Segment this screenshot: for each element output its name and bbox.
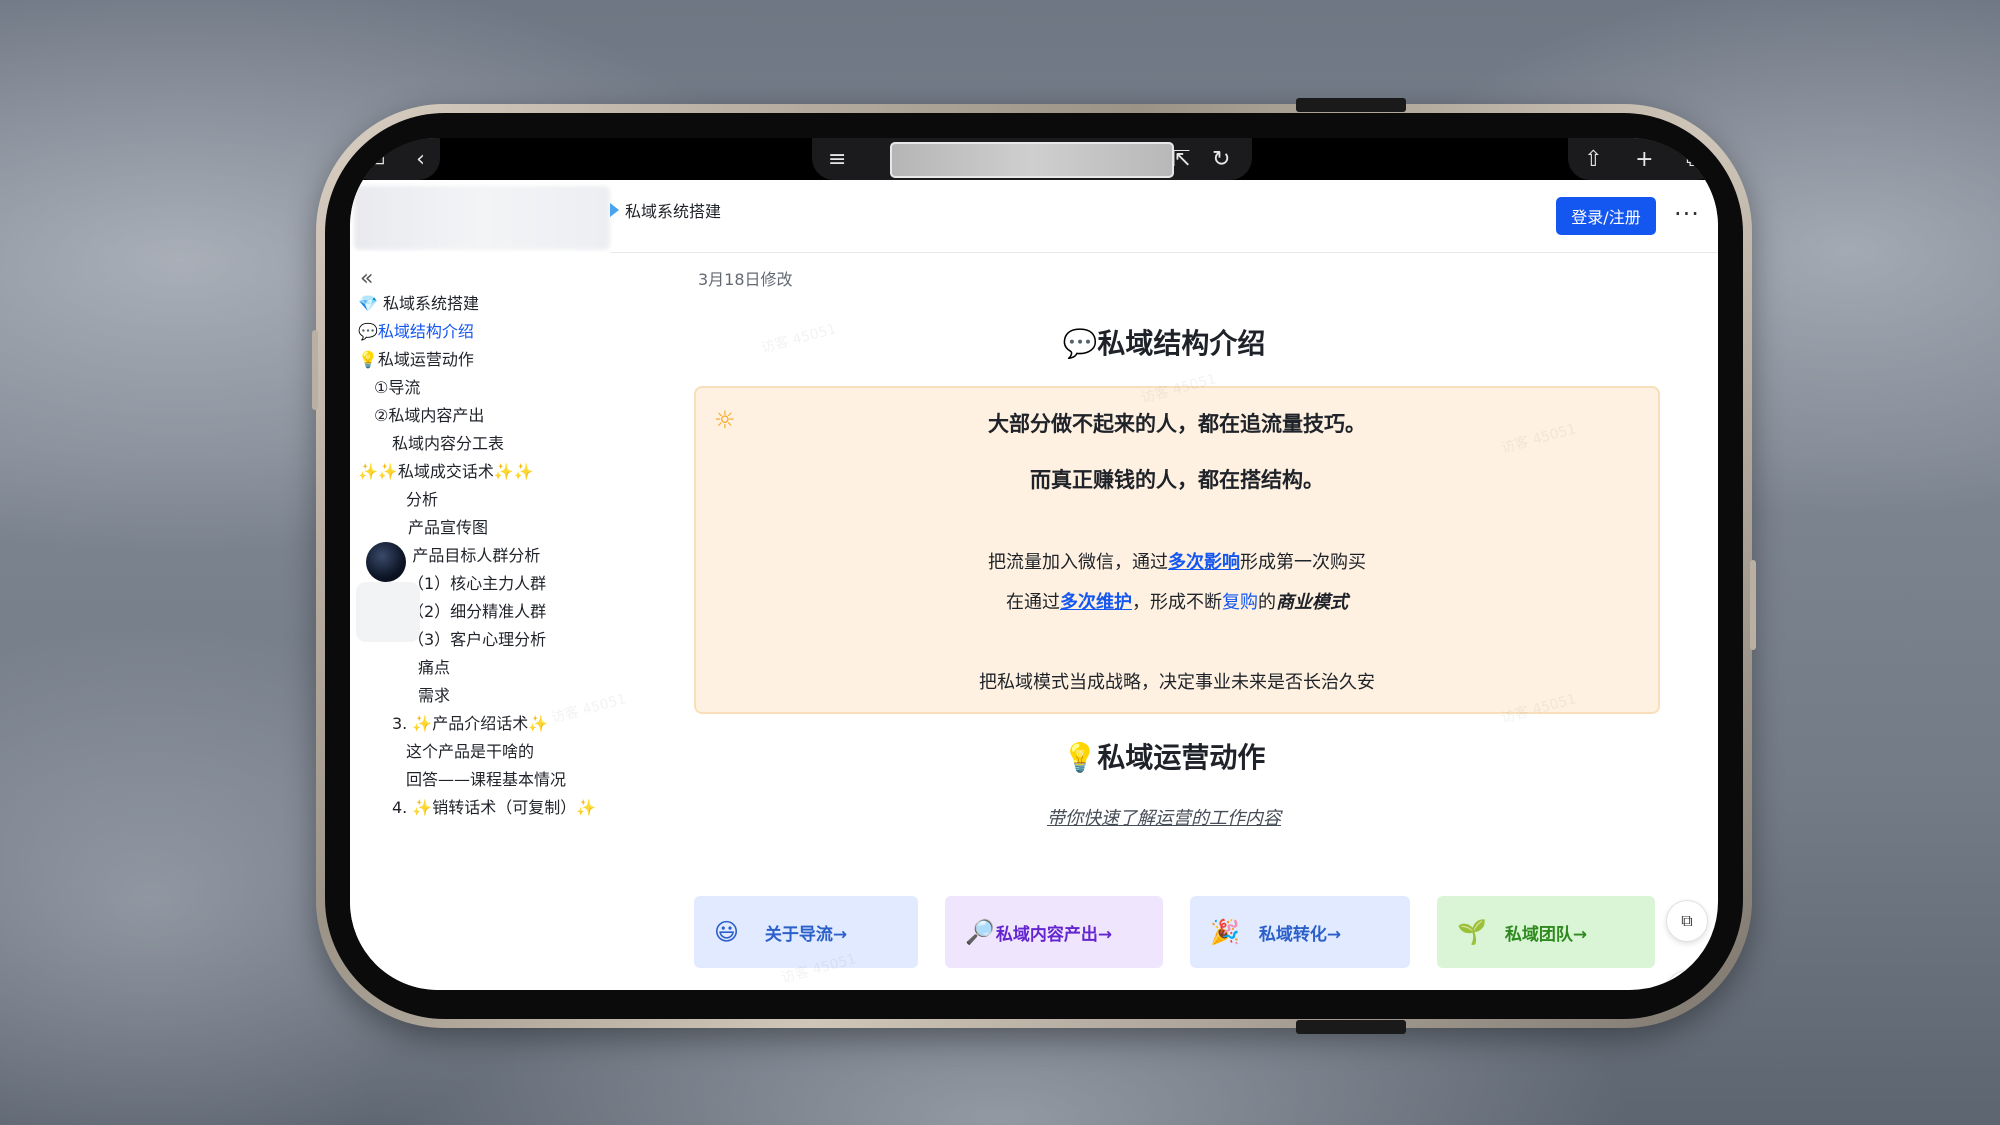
card-label: 关于导流→ bbox=[764, 924, 848, 945]
upload-icon[interactable]: ⇧ bbox=[1584, 147, 1602, 172]
avatar[interactable] bbox=[366, 542, 406, 582]
callout-text: 在通过 bbox=[1006, 592, 1060, 613]
callout-line-5: 把私域模式当成战略，决定事业未来是否长治久安 bbox=[979, 672, 1375, 693]
toc-item[interactable]: （1）核心主力人群 bbox=[408, 572, 546, 596]
url-bar[interactable] bbox=[890, 142, 1174, 178]
callout-line-3: 把流量加入微信，通过多次影响形成第一次购买 bbox=[696, 548, 1658, 574]
card-label: 私域转化→ bbox=[1258, 924, 1342, 945]
toc-item[interactable]: 需求 bbox=[418, 684, 450, 708]
share-icon[interactable]: ⇱ bbox=[1172, 147, 1190, 172]
collapse-sidebar-icon[interactable]: « bbox=[360, 266, 373, 291]
callout-highlight-repurchase: 复购 bbox=[1222, 592, 1258, 613]
card-content-output[interactable]: 🔎 私域内容产出→ bbox=[945, 896, 1163, 968]
toolbar-right-group: ⇧ + ⧉ bbox=[1568, 138, 1718, 180]
toolbar-left-group: ▭ ‹ bbox=[350, 138, 440, 180]
callout-line-4: 在通过多次维护，形成不断复购的商业模式 bbox=[696, 588, 1658, 614]
toc-item[interactable]: （2）细分精准人群 bbox=[408, 600, 546, 624]
toc-item[interactable]: 痛点 bbox=[418, 656, 450, 680]
toc-item[interactable]: 回答——课程基本情况 bbox=[406, 768, 566, 792]
new-tab-icon[interactable]: + bbox=[1635, 147, 1653, 172]
toc-item[interactable]: 💡私域运营动作 bbox=[358, 348, 474, 372]
toc-item[interactable]: ✨✨私域成交话术✨✨ bbox=[358, 460, 534, 484]
callout-text: 形成第一次购买 bbox=[1240, 552, 1366, 573]
card-team[interactable]: 🌱 私域团队→ bbox=[1437, 896, 1655, 968]
callout-text: 的 bbox=[1258, 592, 1276, 613]
section-subtitle: 带你快速了解运营的工作内容 bbox=[1047, 808, 1281, 829]
tabs-icon[interactable]: ▭ bbox=[365, 147, 386, 172]
back-icon[interactable]: ‹ bbox=[416, 147, 425, 172]
screen: ▭ ‹ ≡ ⇱ ↻ ⇧ + ⧉ 私域系统搭建 登录/注册 ··· « 💎 私域系… bbox=[350, 138, 1718, 990]
breadcrumb[interactable]: 私域系统搭建 bbox=[610, 198, 721, 222]
toc-item[interactable]: 4. ✨销转话术（可复制）✨ bbox=[392, 796, 596, 820]
login-button[interactable]: 登录/注册 bbox=[1556, 197, 1656, 235]
floating-widget[interactable] bbox=[356, 582, 420, 642]
window-icon[interactable]: ⧉ bbox=[1686, 147, 1702, 172]
toc-item[interactable]: 分析 bbox=[406, 488, 438, 512]
callout-text: ，形成不断 bbox=[1132, 592, 1222, 613]
browser-toolbar: ▭ ‹ ≡ ⇱ ↻ ⇧ + ⧉ bbox=[350, 138, 1718, 180]
link-multiple-maintenance[interactable]: 多次维护 bbox=[1060, 592, 1132, 613]
power-button bbox=[1750, 560, 1756, 650]
volume-button bbox=[312, 330, 318, 410]
logo-placeholder bbox=[354, 186, 610, 250]
toc-item[interactable]: 💎 私域系统搭建 bbox=[358, 292, 479, 316]
toc-item[interactable]: ②私域内容产出 bbox=[374, 404, 484, 428]
callout-text: 把流量加入微信，通过 bbox=[988, 552, 1168, 573]
callout-business-model: 商业模式 bbox=[1276, 592, 1348, 613]
reload-icon[interactable]: ↻ bbox=[1212, 147, 1230, 172]
toc-sidebar: « 💎 私域系统搭建 💬私域结构介绍 💡私域运营动作 ①导流 ②私域内容产出 私… bbox=[350, 252, 610, 990]
hinge-top bbox=[1296, 98, 1406, 112]
card-label: 私域内容产出→ bbox=[995, 924, 1113, 945]
modified-date: 3月18日修改 bbox=[698, 270, 793, 289]
copy-icon[interactable]: ⧉ bbox=[1666, 900, 1708, 942]
doc-flag-icon bbox=[610, 203, 619, 217]
card-label: 私域团队→ bbox=[1504, 924, 1588, 945]
section-title-operations: 💡私域运营动作 bbox=[1062, 741, 1266, 774]
card-conversion[interactable]: 🎉 私域转化→ bbox=[1190, 896, 1410, 968]
breadcrumb-title: 私域系统搭建 bbox=[625, 202, 722, 221]
toc-item[interactable]: 💬私域结构介绍 bbox=[358, 320, 474, 344]
doc-header: 私域系统搭建 登录/注册 ··· bbox=[350, 180, 1718, 253]
toc-item[interactable]: 2. 产品目标人群分析 bbox=[392, 544, 540, 568]
hinge-bottom bbox=[1296, 1020, 1406, 1034]
toc-item[interactable]: 这个产品是干啥的 bbox=[406, 740, 534, 764]
callout-line-2: 而真正赚钱的人，都在搭结构。 bbox=[1030, 468, 1324, 492]
menu-icon[interactable]: ≡ bbox=[828, 147, 846, 172]
toc-item[interactable]: ①导流 bbox=[374, 376, 420, 400]
toc-item[interactable]: （3）客户心理分析 bbox=[408, 628, 546, 652]
card-traffic[interactable]: 😃 关于导流→ bbox=[694, 896, 918, 968]
doc-body: 3月18日修改 💬私域结构介绍 ☼ 大部分做不起来的人，都在追流量技巧。 而真正… bbox=[610, 252, 1718, 990]
toc-item[interactable]: 产品宣传图 bbox=[408, 516, 488, 540]
toc-item[interactable]: 私域内容分工表 bbox=[392, 432, 504, 456]
link-multiple-influence[interactable]: 多次影响 bbox=[1168, 552, 1240, 573]
toc-item[interactable]: 3. ✨产品介绍话术✨ bbox=[392, 712, 548, 736]
more-icon[interactable]: ··· bbox=[1674, 200, 1700, 228]
